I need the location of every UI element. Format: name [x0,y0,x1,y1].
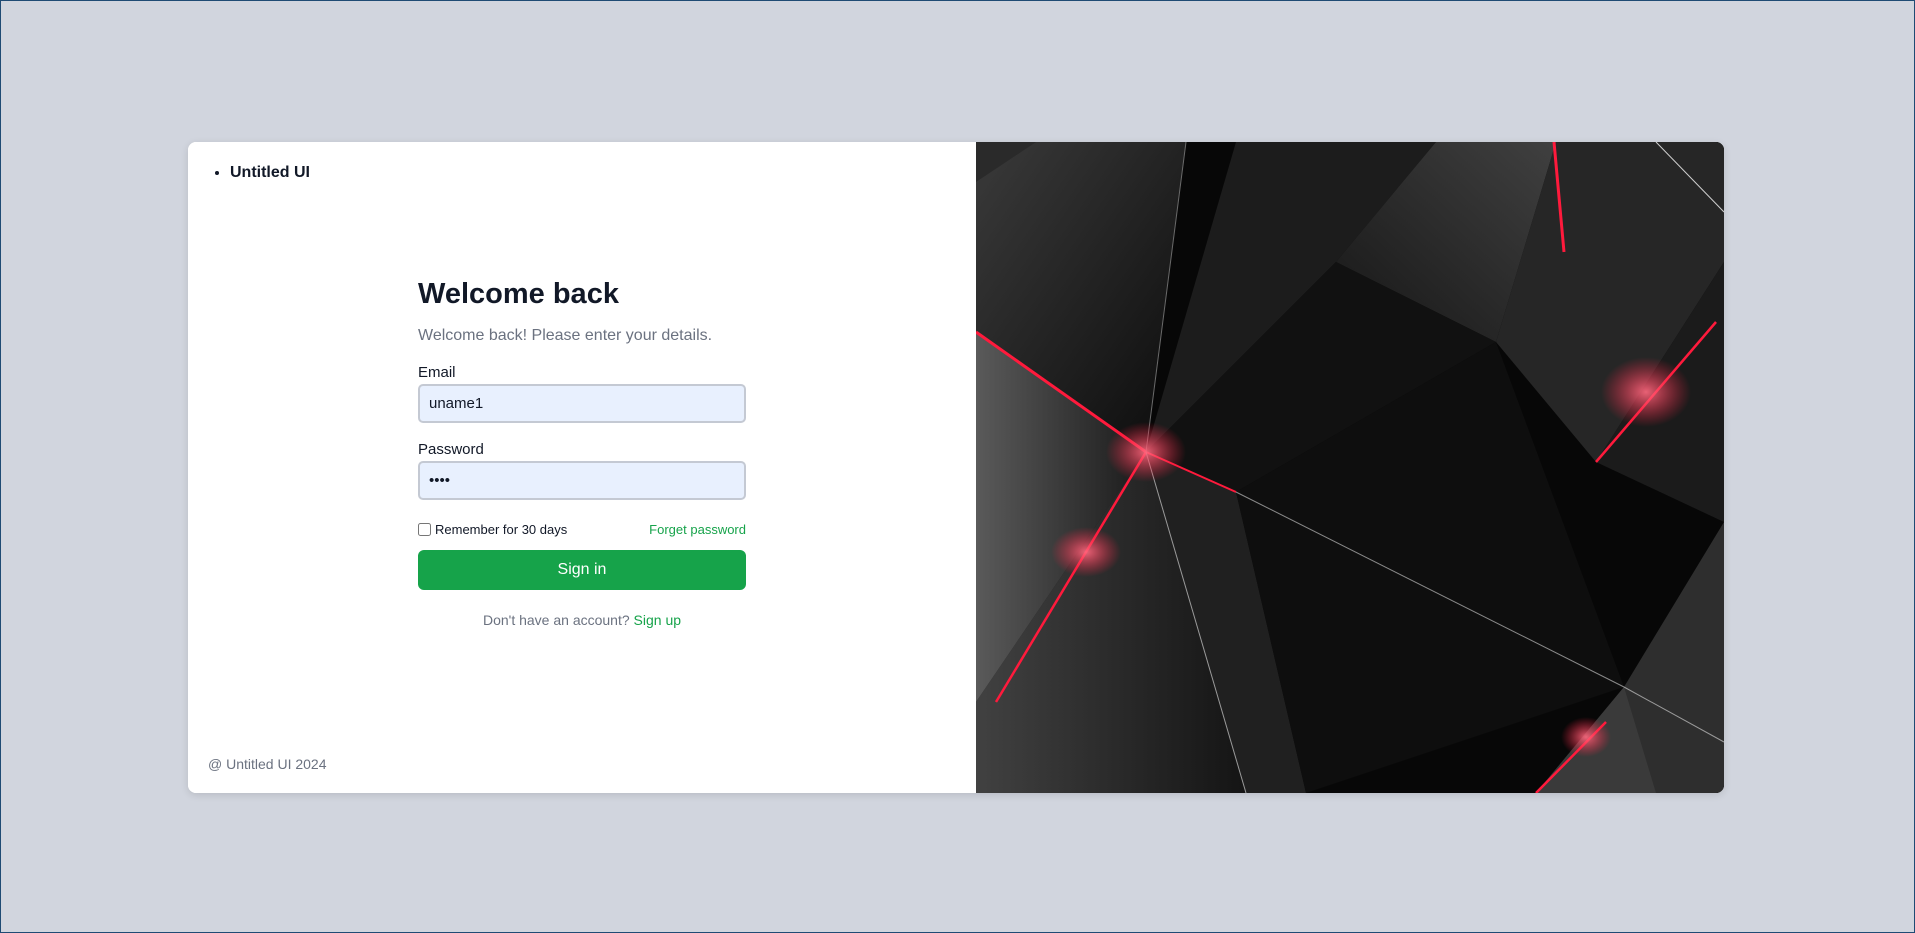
page-subtitle: Welcome back! Please enter your details. [418,327,713,344]
signup-prompt: Don't have an account? Sign up [418,612,746,628]
abstract-polygons-graphic [976,142,1724,793]
login-card: Untitled UI Welcome back Welcome back! P… [188,142,1724,793]
sign-up-link[interactable]: Sign up [634,612,681,628]
forgot-password-link[interactable]: Forget password [649,522,746,537]
remember-label: Remember for 30 days [435,521,568,537]
brand-name: Untitled UI [230,164,310,182]
password-field[interactable] [418,461,746,500]
hero-image [976,142,1724,793]
footer-copyright: @ Untitled UI 2024 [208,756,327,772]
remember-me[interactable]: Remember for 30 days [418,522,567,537]
brand-list: Untitled UI [230,164,310,182]
remember-checkbox[interactable] [418,522,431,536]
password-label: Password [418,441,484,458]
no-account-text: Don't have an account? [482,612,630,628]
email-label: Email [418,364,456,381]
login-form: Welcome back Welcome back! Please enter … [418,276,746,628]
login-options: Remember for 30 days Forget password [418,520,746,538]
email-field[interactable] [418,384,746,423]
login-panel: Untitled UI Welcome back Welcome back! P… [188,142,976,793]
page-title: Welcome back [418,278,619,310]
sign-in-button[interactable]: Sign in [418,550,746,590]
